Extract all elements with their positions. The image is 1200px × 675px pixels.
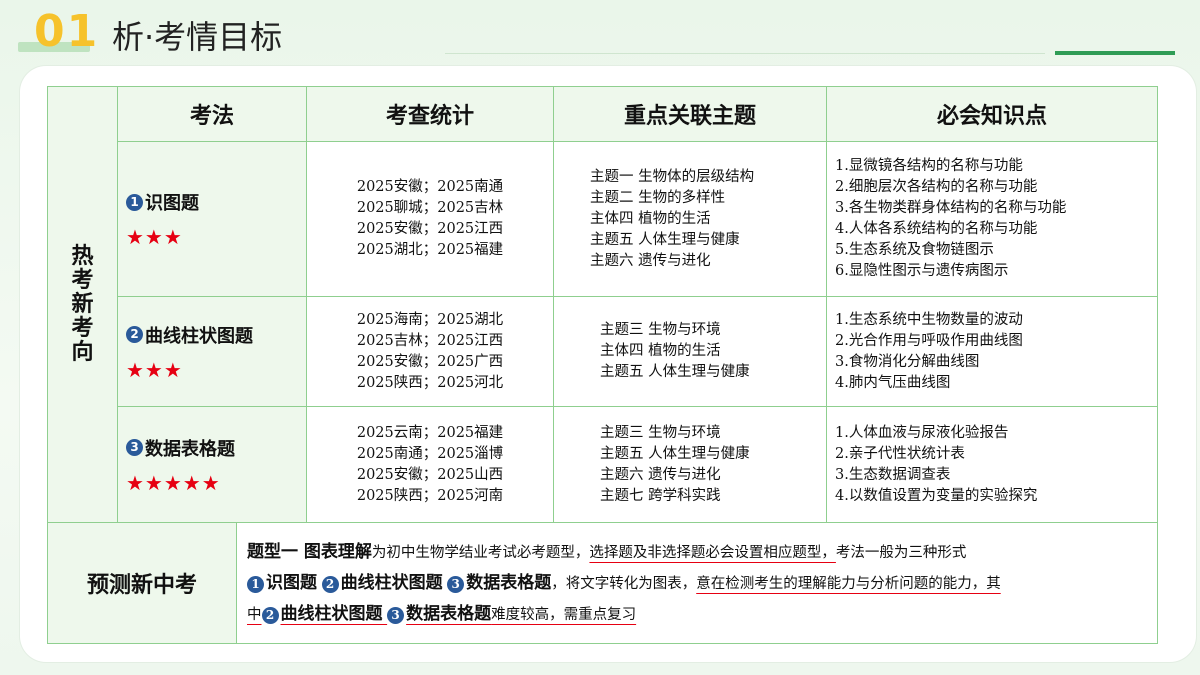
number-badge: 2 <box>126 326 143 343</box>
knowledge-line: 4.以数值设置为变量的实验探究 <box>835 487 1038 504</box>
stat-line: 2025云南；2025福建 <box>356 424 504 441</box>
knowledge-line: 3.食物消化分解曲线图 <box>835 353 980 370</box>
prediction-line-1: 题型一 图表理解为初中生物学结业考试必考题型，选择题及非选择题必会设置相应题型，… <box>247 537 1147 568</box>
stat-line: 2025安徽；2025江西 <box>356 221 504 237</box>
method-name: 曲线柱状图题 <box>145 325 253 347</box>
underlined-text: 选择题及非选择题必会设置相应题型， <box>589 544 836 561</box>
knowledge-line: 4.人体各系统结构的名称与功能 <box>835 221 1038 237</box>
underlined-text: 中 2 曲线柱状图题 3 数据表格题难度较高，需重点复习 <box>247 603 637 624</box>
text-span: 难度较高，需重点复习 <box>491 606 637 623</box>
stat-line: 2025聊城；2025吉林 <box>356 200 504 216</box>
table-row: 1 识图题 ★★★ 2025安徽；2025南通 2025聊城；2025吉林 202… <box>48 141 1158 297</box>
stat-line: 2025陕西；2025河南 <box>356 487 504 504</box>
stat-line: 2025湖北；2025福建 <box>356 242 504 258</box>
topic-line: 主题二 生物的多样性 <box>590 189 726 206</box>
topic-line: 主体四 植物的生活 <box>590 210 711 227</box>
method-cell: 3 数据表格题 ★★★★★ <box>117 406 307 523</box>
topic-line: 主题三 生物与环境 <box>600 424 721 441</box>
knowledge-line: 2.细胞层次各结构的名称与功能 <box>835 179 1038 195</box>
knowledge-line: 3.生态数据调查表 <box>835 466 951 483</box>
knowledge-cell: 1.显微镜各结构的名称与功能 2.细胞层次各结构的名称与功能 3.各生物类群身体… <box>826 141 1158 297</box>
col-header-knowledge: 必会知识点 <box>826 86 1158 142</box>
prediction-line-2: 1 识图题 2 曲线柱状图题 3 数据表格题，将文字转化为图表，意在检测考生的理解能力… <box>247 568 1147 599</box>
bold-type: 识图题 <box>266 572 317 593</box>
text-span: ，将文字转化为图表， <box>551 575 697 592</box>
section-number: 01 <box>34 6 100 57</box>
topic-line: 主题五 人体生理与健康 <box>590 231 740 248</box>
stat-line: 2025安徽；2025山西 <box>356 466 504 483</box>
knowledge-line: 3.各生物类群身体结构的名称与功能 <box>835 200 1067 216</box>
number-badge-2: 2 <box>321 575 339 593</box>
prediction-line-3: 中 2 曲线柱状图题 3 数据表格题难度较高，需重点复习 <box>247 599 1147 630</box>
difficulty-stars: ★★★★★ <box>126 470 221 495</box>
stat-line: 2025安徽；2025广西 <box>356 353 504 370</box>
table-row: 3 数据表格题 ★★★★★ 2025云南；2025福建 2025南通；2025淄博… <box>48 406 1158 523</box>
knowledge-line: 1.生态系统中生物数量的波动 <box>835 311 1023 328</box>
text-span: 为初中生物学结业考试必考题型， <box>371 544 590 561</box>
number-badge: 1 <box>126 193 143 211</box>
topic-line: 主体四 植物的生活 <box>600 343 721 359</box>
question-type-title: 题型一 图表理解 <box>247 541 372 562</box>
bold-type: 曲线柱状图题 <box>280 603 383 624</box>
topic-line: 主题五 人体生理与健康 <box>600 364 750 380</box>
stat-line: 2025吉林；2025江西 <box>356 332 504 349</box>
side-label-text: 热考新考向 <box>71 243 94 365</box>
col-header-stats: 考查统计 <box>306 86 554 142</box>
header-accent-bar <box>1055 51 1175 55</box>
prediction-table: 预测新中考 题型一 图表理解为初中生物学结业考试必考题型，选择题及非选择题必会设… <box>47 522 1158 644</box>
stat-line: 2025南通；2025淄博 <box>356 445 504 462</box>
text-span: 考法一般为三种形式 <box>835 544 967 561</box>
method-name: 识图题 <box>145 193 199 214</box>
topic-line: 主题七 跨学科实践 <box>600 487 721 504</box>
knowledge-line: 4.肺内气压曲线图 <box>835 374 951 391</box>
col-header-topics: 重点关联主题 <box>553 86 827 142</box>
stat-line: 2025安徽；2025南通 <box>356 179 504 195</box>
knowledge-cell: 1.人体血液与尿液化验报告 2.亲子代性状统计表 3.生态数据调查表 4.以数值… <box>826 406 1158 523</box>
topic-line: 主题三 生物与环境 <box>600 322 721 338</box>
method-name: 数据表格题 <box>145 438 235 460</box>
table-row: 2 曲线柱状图题 ★★★ 2025海南；2025湖北 2025吉林；2025江西 … <box>48 296 1158 407</box>
topic-line: 主题一 生物体的层级结构 <box>590 168 755 185</box>
number-badge-2: 2 <box>261 606 279 624</box>
underlined-text: 意在检测考生的理解能力与分析问题的能力，其 <box>696 575 1001 592</box>
exam-analysis-table: 热考新考向 考法 考查统计 重点关联主题 必会知识点 1 识图题 ★★★ 2025… <box>47 86 1158 523</box>
number-badge-1: 1 <box>247 575 264 593</box>
knowledge-line: 2.亲子代性状统计表 <box>835 445 965 462</box>
stat-line: 2025海南；2025湖北 <box>356 311 504 328</box>
knowledge-line: 2.光合作用与呼吸作用曲线图 <box>835 332 1023 349</box>
side-label: 热考新考向 <box>47 86 118 523</box>
page-title: 析·考情目标 <box>112 18 283 56</box>
method-cell: 1 识图题 ★★★ <box>117 141 307 297</box>
topics-cell: 主题三 生物与环境 主体四 植物的生活 主题五 人体生理与健康 <box>553 296 827 407</box>
topics-cell: 主题一 生物体的层级结构 主题二 生物的多样性 主体四 植物的生活 主题五 人体… <box>553 141 827 297</box>
topics-cell: 主题三 生物与环境 主题五 人体生理与健康 主题六 遗传与进化 主题七 跨学科实… <box>553 406 827 523</box>
number-badge-3: 3 <box>387 606 405 624</box>
knowledge-line: 5.生态系统及食物链图示 <box>835 242 994 258</box>
topic-line: 主题五 人体生理与健康 <box>600 445 750 462</box>
bold-type: 曲线柱状图题 <box>340 572 443 593</box>
stat-line: 2025陕西；2025河北 <box>356 374 504 391</box>
header-divider <box>445 53 1045 54</box>
topic-line: 主题六 遗传与进化 <box>590 252 711 269</box>
knowledge-cell: 1.生态系统中生物数量的波动 2.光合作用与呼吸作用曲线图 3.食物消化分解曲线… <box>826 296 1158 407</box>
prediction-text: 题型一 图表理解为初中生物学结业考试必考题型，选择题及非选择题必会设置相应题型，… <box>236 522 1158 644</box>
stats-cell: 2025安徽；2025南通 2025聊城；2025吉林 2025安徽；2025江… <box>306 141 554 297</box>
knowledge-line: 1.人体血液与尿液化验报告 <box>835 424 1009 441</box>
text-span: 中 <box>247 606 262 623</box>
knowledge-line: 6.显隐性图示与遗传病图示 <box>835 263 1009 279</box>
number-badge-3: 3 <box>447 575 465 593</box>
difficulty-stars: ★★★ <box>126 357 183 382</box>
col-header-method: 考法 <box>117 86 307 142</box>
bold-type: 数据表格题 <box>406 603 492 624</box>
prediction-label: 预测新中考 <box>47 522 237 644</box>
knowledge-line: 1.显微镜各结构的名称与功能 <box>835 158 1023 174</box>
number-badge: 3 <box>126 439 143 456</box>
topic-line: 主题六 遗传与进化 <box>600 466 721 483</box>
stats-cell: 2025云南；2025福建 2025南通；2025淄博 2025安徽；2025山… <box>306 406 554 523</box>
difficulty-stars: ★★★ <box>126 225 183 249</box>
stats-cell: 2025海南；2025湖北 2025吉林；2025江西 2025安徽；2025广… <box>306 296 554 407</box>
method-cell: 2 曲线柱状图题 ★★★ <box>117 296 307 407</box>
bold-type: 数据表格题 <box>466 572 552 593</box>
